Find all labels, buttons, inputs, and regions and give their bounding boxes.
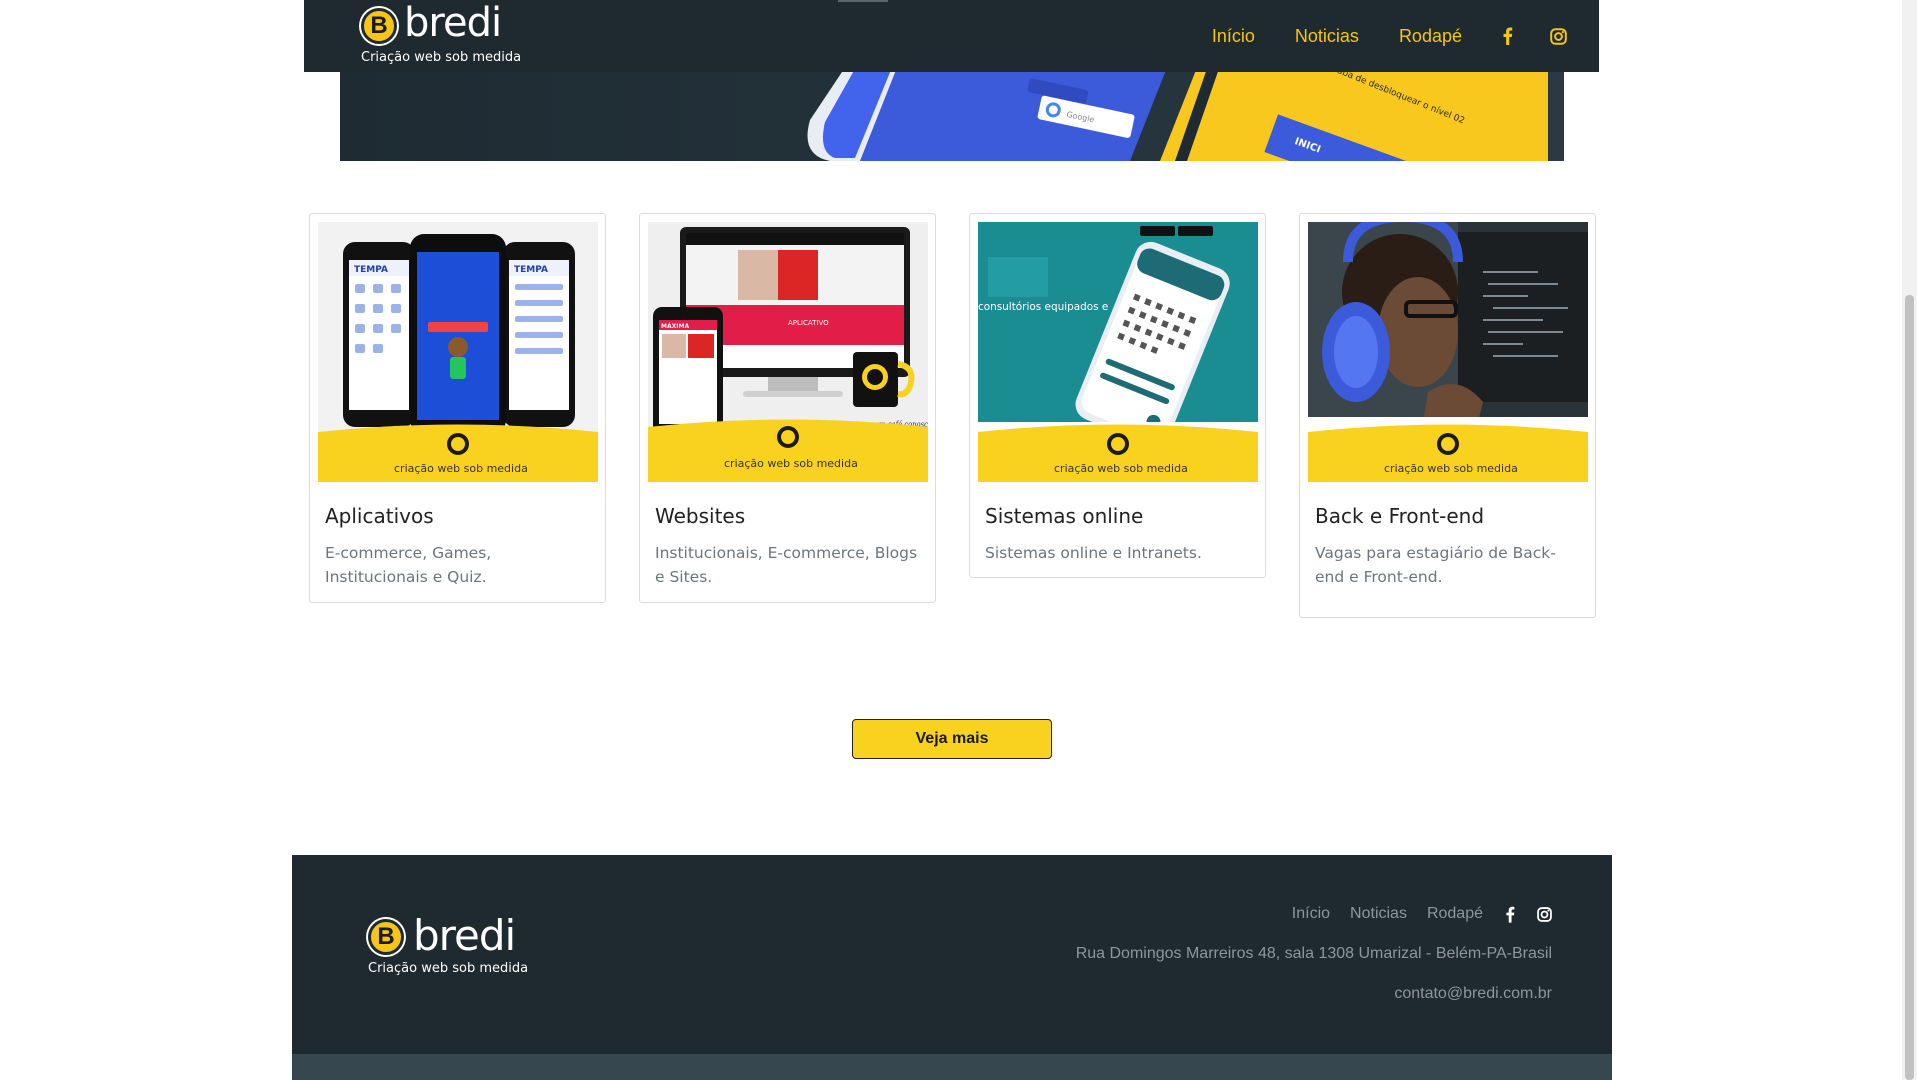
card-title: Sistemas online [985,504,1144,528]
facebook-icon[interactable] [1505,906,1515,923]
logo-wordmark: bredi [413,911,516,960]
footer: B bredi Criação web sob medida Início No… [292,855,1612,1080]
card-image-sistemas: consultórios equipados e criação web sob… [978,222,1258,482]
scrollbar-thumb[interactable] [1905,295,1914,1080]
page: B bredi Criação web sob medida Início No… [0,0,1917,1080]
card-image-caption: criação web sob medida [1054,462,1188,475]
card-image-websites: APLICATIVO MÁXIMA Marque uma reunião, e … [648,222,928,482]
phone-right-brand: TEMPA [514,265,548,275]
logo-mark: B [361,8,397,44]
nav-menu: Início Noticias Rodapé [1212,0,1599,72]
tablet-brand: MÁXIMA [661,323,689,330]
footer-address: Rua Domingos Marreiros 48, sala 1308 Uma… [1075,945,1552,962]
instagram-icon[interactable] [1537,906,1552,922]
nav-link-inicio[interactable]: Início [1212,26,1255,47]
logo-tagline: Criação web sob medida [368,961,529,976]
footer-email[interactable]: contato@bredi.com.br [1394,985,1552,1003]
logo-mark: B [368,919,404,955]
card-title: Aplicativos [325,504,434,528]
card-title: Back e Front-end [1315,504,1485,528]
footer-link-noticias[interactable]: Noticias [1350,905,1407,923]
card-text: E-commerce, Games, Institucionais e Quiz… [325,544,492,586]
brand-logo[interactable]: B bredi Criação web sob medida [361,0,531,66]
card-image-caption: criação web sob medida [394,462,528,475]
card-image-caption: criação web sob medida [724,457,858,470]
card-text: Sistemas online e Intranets. [985,544,1202,562]
nav-link-noticias[interactable]: Noticias [1295,26,1359,47]
see-more-button[interactable]: Veja mais [852,719,1052,759]
footer-link-inicio[interactable]: Início [1292,905,1330,923]
card-title: Websites [655,504,746,528]
logo-tagline: Criação web sob medida [361,50,522,65]
nav-indicator [838,0,888,2]
banner-illustration: Google Você acaba de desbloquear o nível… [807,60,1564,161]
card-back-front-end[interactable]: criação web sob medida Back e Front-end … [1299,213,1596,618]
image-overlay-text: consultórios equipados e [978,300,1109,313]
footer-bottom-bar [292,1054,1612,1080]
footer-menu: Início Noticias Rodapé [1272,905,1552,923]
card-aplicativos[interactable]: TEMPA TEMPA criação web sob medida Aplic… [309,213,606,603]
facebook-icon[interactable] [1502,27,1513,45]
logo-wordmark: bredi [404,0,502,46]
instagram-icon[interactable] [1550,27,1567,45]
phone-left-brand: TEMPA [354,265,388,275]
scrollbar[interactable] [1902,0,1917,1080]
hero-banner: Google Você acaba de desbloquear o nível… [340,60,1564,161]
footer-logo[interactable]: B bredi Criação web sob medida [368,911,548,979]
svg-text:APLICATIVO: APLICATIVO [788,319,829,327]
card-image-back-front-end: criação web sob medida [1308,222,1588,482]
card-text: Vagas para estagiário de Back-end e Fron… [1315,544,1556,586]
card-websites[interactable]: APLICATIVO MÁXIMA Marque uma reunião, e … [639,213,936,603]
card-image-caption: criação web sob medida [1384,462,1518,475]
nav-link-rodape[interactable]: Rodapé [1399,26,1462,47]
card-sistemas[interactable]: consultórios equipados e criação web sob… [969,213,1266,578]
navbar: B bredi Criação web sob medida Início No… [304,0,1599,72]
card-text: Institucionais, E-commerce, Blogs e Site… [655,544,918,586]
footer-link-rodape[interactable]: Rodapé [1427,905,1483,923]
card-image-aplicativos: TEMPA TEMPA criação web sob medida [318,222,598,482]
